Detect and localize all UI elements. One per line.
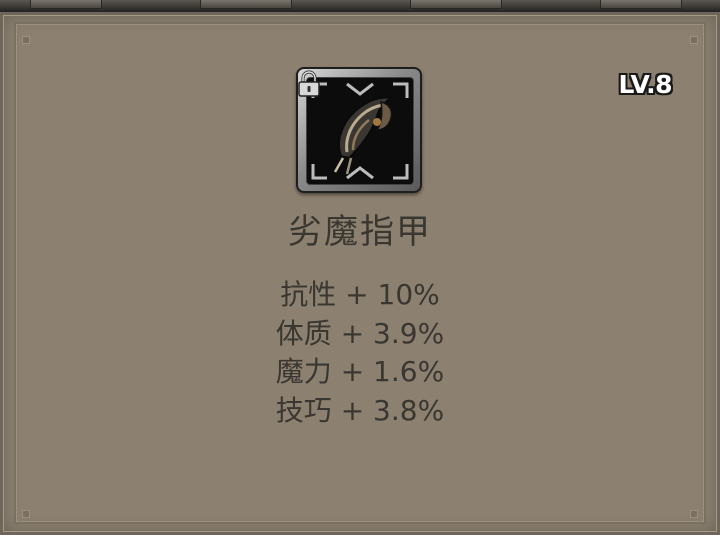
item-level: LV.8 (618, 70, 672, 99)
item-stats-list: 抗性 + 10% 体质 + 3.9% 魔力 + 1.6% 技巧 + 3.8% (0, 276, 720, 430)
corner-ornament (22, 510, 30, 518)
frame-ornament (410, 0, 502, 9)
frame-ornament (600, 0, 682, 9)
corner-ornament (22, 36, 30, 44)
frame-ornament (30, 0, 102, 9)
stat-line: 技巧 + 3.8% (275, 393, 445, 427)
frame-ornament (200, 0, 292, 9)
lock-icon (298, 70, 320, 97)
item-icon-background (306, 77, 414, 185)
demon-claw-icon (311, 82, 409, 180)
item-name: 劣魔指甲 (288, 212, 432, 252)
corner-ornament (690, 510, 698, 518)
stat-line: 抗性 + 10% (280, 278, 440, 311)
corner-ornament (690, 36, 698, 44)
stat-line: 魔力 + 1.6% (275, 355, 445, 388)
stat-line: 体质 + 3.9% (275, 316, 445, 350)
